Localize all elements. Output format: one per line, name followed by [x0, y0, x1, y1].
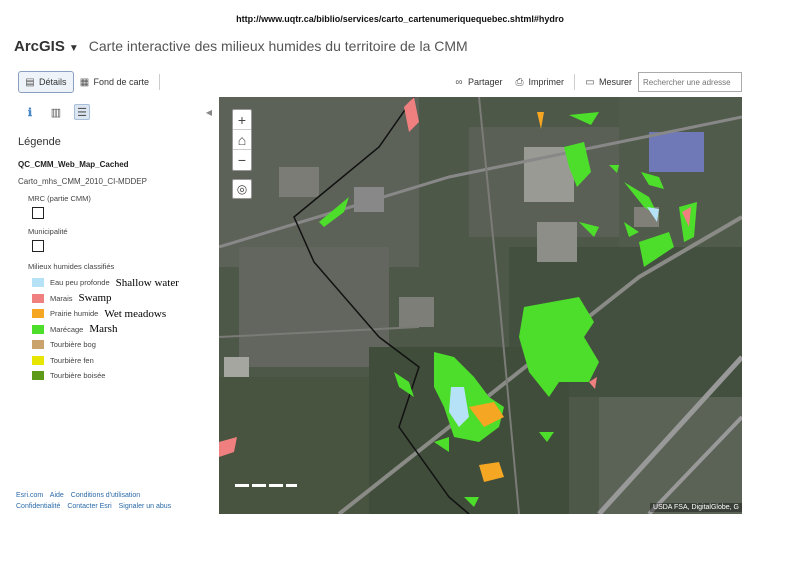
- satellite-imagery: [219, 97, 742, 514]
- legend-annotation: Shallow water: [115, 276, 179, 289]
- footer-link-esri[interactable]: Esri.com: [16, 492, 43, 499]
- zoom-control: + ⌂ −: [232, 109, 252, 171]
- toolbar: ▤ Détails ▦ Fond de carte ∞ Partager ⎙ I…: [18, 68, 742, 96]
- legend-label: Prairie humide: [50, 309, 99, 319]
- legend-annotation: Marsh: [89, 323, 118, 336]
- legend-item: Tourbière bog: [32, 337, 218, 353]
- legend-item: Marais Swamp: [32, 291, 218, 307]
- zoom-out-button[interactable]: −: [233, 150, 251, 170]
- legend-item: Eau peu profonde Shallow water: [32, 275, 218, 291]
- toolbar-divider: [573, 74, 575, 90]
- legend-item: Tourbière boisée: [32, 368, 218, 384]
- locate-button[interactable]: ◎: [232, 179, 252, 199]
- page-title: Carte interactive des milieux humides du…: [88, 38, 468, 54]
- legend-label: Tourbière boisée: [50, 371, 106, 381]
- collapse-arrow-icon[interactable]: ◀: [206, 108, 212, 117]
- footer-row: Confidentialité Contacter Esri Signaler …: [16, 501, 226, 512]
- legend-swatch: [32, 340, 44, 350]
- legend-label: Tourbière bog: [50, 340, 96, 350]
- group-label: Municipalité: [28, 227, 68, 236]
- footer-link-report[interactable]: Signaler un abus: [119, 503, 172, 510]
- sidebar-tabs: ℹ ▥ ☰ ◀: [12, 98, 218, 126]
- sidebar-footer: Esri.com Aide Conditions d'utilisation C…: [16, 490, 226, 512]
- home-button[interactable]: ⌂: [233, 130, 251, 150]
- footer-row: Esri.com Aide Conditions d'utilisation: [16, 490, 226, 501]
- legend-group-municipality: Municipalité: [12, 227, 218, 252]
- legend-swatch: [32, 278, 44, 288]
- legend-label: Marécage: [50, 324, 84, 334]
- share-link-icon: ∞: [455, 76, 463, 88]
- basemap-label: Fond de carte: [93, 77, 150, 87]
- source-url: http://www.uqtr.ca/biblio/services/carto…: [236, 14, 564, 24]
- measure-label: Mesurer: [598, 77, 632, 87]
- footer-link-help[interactable]: Aide: [50, 492, 64, 499]
- legend-group-mrc: MRC (partie CMM): [12, 194, 218, 219]
- legend-annotation: Swamp: [78, 292, 112, 305]
- legend-list-icon[interactable]: ☰: [74, 104, 90, 120]
- footer-link-privacy[interactable]: Confidentialité: [16, 503, 60, 510]
- basemap-button[interactable]: ▦ Fond de carte: [74, 71, 156, 93]
- basemap-grid-icon: ▦: [79, 76, 90, 88]
- arcgis-brand[interactable]: ArcGIS: [14, 38, 65, 55]
- map-attribution: USDA FSA, DigitalGlobe, G: [650, 503, 742, 512]
- group-label: MRC (partie CMM): [28, 194, 91, 203]
- legend-label: Eau peu profonde: [50, 278, 110, 288]
- footer-link-terms[interactable]: Conditions d'utilisation: [71, 492, 140, 499]
- chevron-down-icon[interactable]: ▼: [69, 43, 79, 54]
- legend-label: Marais: [50, 293, 73, 303]
- measure-button[interactable]: ▭ Mesurer: [579, 71, 638, 93]
- details-button[interactable]: ▤ Détails: [18, 71, 74, 93]
- legend-label: Tourbière fen: [50, 355, 94, 365]
- legend-annotation: Wet meadows: [104, 307, 167, 320]
- wetlands-label: Milieux humides classifiés: [28, 262, 115, 271]
- legend-swatch: [32, 371, 44, 381]
- sublayer-title: Carto_mhs_CMM_2010_CI-MDDEP: [18, 177, 147, 186]
- content-list-icon[interactable]: ▥: [48, 104, 64, 120]
- details-icon: ▤: [25, 76, 35, 88]
- address-search-input[interactable]: [638, 72, 742, 92]
- map-view[interactable]: + ⌂ − ◎ USDA FSA, DigitalGlobe, G: [219, 97, 742, 514]
- legend-swatch: [32, 309, 44, 319]
- sidebar: ℹ ▥ ☰ ◀ Légende QC_CMM_Web_Map_Cached Ca…: [12, 98, 218, 516]
- print-button[interactable]: ⎙ Imprimer: [508, 71, 570, 93]
- legend-item: Marécage Marsh: [32, 322, 218, 338]
- print-label: Imprimer: [528, 77, 564, 87]
- printer-icon: ⎙: [515, 76, 524, 88]
- details-label: Détails: [39, 77, 67, 87]
- scale-bar: [235, 484, 297, 487]
- toolbar-divider: [159, 74, 161, 90]
- app-header: ArcGIS ▼ Carte interactive des milieux h…: [14, 38, 468, 55]
- legend-swatch: [32, 293, 44, 303]
- legend-title: Légende: [18, 136, 61, 148]
- wetland-legend-list: Eau peu profonde Shallow water Marais Sw…: [32, 275, 218, 384]
- zoom-in-button[interactable]: +: [233, 110, 251, 130]
- share-label: Partager: [467, 77, 503, 87]
- outline-symbol: [32, 240, 44, 252]
- legend-swatch: [32, 324, 44, 334]
- toolbar-right: ∞ Partager ⎙ Imprimer ▭ Mesurer: [448, 71, 742, 93]
- info-icon[interactable]: ℹ: [22, 104, 38, 120]
- ruler-icon: ▭: [585, 76, 595, 88]
- layer-title: QC_CMM_Web_Map_Cached: [18, 160, 129, 169]
- legend-item: Prairie humide Wet meadows: [32, 306, 218, 322]
- footer-link-contact[interactable]: Contacter Esri: [67, 503, 111, 510]
- outline-symbol: [32, 207, 44, 219]
- legend-item: Tourbière fen: [32, 353, 218, 369]
- share-button[interactable]: ∞ Partager: [448, 71, 509, 93]
- legend-swatch: [32, 355, 44, 365]
